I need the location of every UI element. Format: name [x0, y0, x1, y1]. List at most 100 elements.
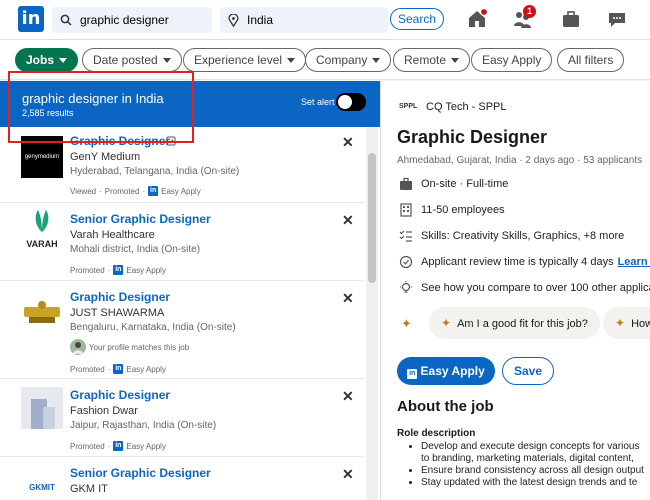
job-card[interactable]: GKMIT Senior Graphic Designer GKM IT ✕	[0, 457, 364, 500]
network-badge: 1	[523, 5, 536, 18]
promoted-label: Promoted	[104, 186, 140, 196]
dismiss-job-button[interactable]: ✕	[342, 212, 354, 229]
job-company: JUST SHAWARMA	[70, 307, 165, 319]
remote-filter-label: Remote	[404, 53, 447, 67]
job-meta: Promoted · in Easy Apply	[70, 441, 166, 451]
about-heading: About the job	[397, 398, 494, 415]
role-description-heading: Role description	[397, 428, 476, 439]
top-navigation-bar: in Search 1	[0, 0, 650, 40]
location-search-box[interactable]	[220, 7, 388, 33]
search-button[interactable]: Search	[390, 8, 444, 30]
keyword-search-input[interactable]	[80, 13, 200, 27]
job-meta: Viewed · Promoted · in Easy Apply	[70, 186, 201, 196]
linkedin-logo[interactable]: in	[18, 6, 44, 32]
remote-filter[interactable]: Remote	[393, 48, 471, 72]
company-logo: VARAH	[21, 208, 63, 250]
description-item: to branding, marketing materials, digita…	[421, 453, 634, 464]
leaf-logo-icon	[35, 210, 49, 232]
keyword-search-box[interactable]	[52, 7, 212, 33]
sparkle-icon: ✦	[441, 316, 452, 330]
job-company: Varah Healthcare	[70, 229, 155, 241]
easy-apply-button[interactable]: in Easy Apply	[397, 357, 495, 385]
dismiss-job-button[interactable]: ✕	[342, 466, 354, 483]
profile-match-insight: Your profile matches this job	[70, 339, 189, 355]
job-title-link[interactable]: Senior Graphic Designer	[70, 212, 211, 226]
job-title-link[interactable]: Graphic Designer	[70, 388, 170, 402]
dismiss-job-button[interactable]: ✕	[342, 290, 354, 307]
location-pin-icon	[228, 13, 239, 27]
chevron-down-icon	[162, 58, 171, 63]
linkedin-mini-icon: in	[113, 441, 124, 451]
detail-job-title[interactable]: Graphic Designer	[397, 127, 547, 148]
job-location: Mohali district, India (On-site)	[70, 244, 201, 255]
company-logo-text: VARAH	[26, 239, 58, 249]
easy-apply-label: Easy Apply	[126, 265, 166, 275]
save-button[interactable]: Save	[502, 357, 554, 385]
job-location: Hyderabad, Telangana, India (On-site)	[70, 166, 240, 177]
skills-row[interactable]: Skills: Creativity Skills, Graphics, +8 …	[399, 229, 624, 243]
job-card[interactable]: VARAH Senior Graphic Designer Varah Heal…	[0, 203, 364, 281]
job-title-link[interactable]: Senior Graphic Designer	[70, 466, 211, 480]
job-meta: Promoted · in Easy Apply	[70, 265, 166, 275]
review-time-row: Applicant review time is typically 4 day…	[399, 255, 650, 269]
sparkle-icon: ✦	[401, 316, 412, 331]
linkedin-mini-icon: in	[148, 186, 159, 196]
jobs-filter-button[interactable]: Jobs	[15, 48, 79, 72]
company-logo	[24, 301, 60, 323]
easy-apply-label: Easy Apply	[126, 364, 166, 374]
description-list: Develop and execute design concepts for …	[421, 441, 650, 489]
description-item: Develop and execute design concepts for …	[421, 441, 650, 453]
location-search-input[interactable]	[247, 13, 367, 27]
chevron-down-icon	[372, 58, 381, 63]
dismiss-job-button[interactable]: ✕	[342, 134, 354, 151]
linkedin-mini-icon: in	[113, 364, 124, 374]
company-filter-label: Company	[316, 53, 368, 67]
set-alert-label: Set alert	[301, 97, 335, 107]
dismiss-job-button[interactable]: ✕	[342, 388, 354, 405]
home-icon[interactable]	[466, 8, 488, 30]
job-location: Bengaluru, Karnataka, India (On-site)	[70, 322, 236, 333]
easy-apply-button-label: Easy Apply	[420, 364, 485, 378]
date-posted-label: Date posted	[93, 53, 158, 67]
employees-row: 11-50 employees	[399, 203, 505, 217]
all-filters-button[interactable]: All filters	[557, 48, 625, 72]
briefcase-icon[interactable]	[560, 8, 582, 30]
company-logo	[21, 387, 63, 429]
chevron-down-icon	[59, 58, 68, 63]
compare-text: See how you compare to over 100 other ap…	[421, 282, 650, 294]
description-item: Ensure brand consistency across all desi…	[421, 465, 650, 477]
promoted-label: Promoted	[70, 265, 105, 275]
company-filter[interactable]: Company	[305, 48, 392, 72]
job-card[interactable]: Graphic Designer Fashion Dwar Jaipur, Ra…	[0, 379, 364, 457]
detail-company-link[interactable]: CQ Tech - SPPL	[426, 101, 507, 113]
job-list-panel: graphic designer in India 2,585 results …	[0, 81, 380, 500]
detail-subtitle: Ahmedabad, Gujarat, India · 2 days ago ·…	[397, 155, 643, 166]
job-title-link[interactable]: Graphic Designer	[70, 290, 170, 304]
messaging-icon[interactable]	[606, 8, 628, 30]
how-chip[interactable]: ✦ How	[603, 307, 650, 339]
review-time-text: Applicant review time is typically 4 day…	[421, 256, 614, 268]
viewed-label: Viewed	[70, 186, 97, 196]
easy-apply-filter[interactable]: Easy Apply	[471, 48, 553, 72]
chevron-down-icon	[287, 58, 296, 63]
job-card[interactable]: Graphic Designer JUST SHAWARMA Bengaluru…	[0, 281, 364, 379]
set-alert-toggle[interactable]	[336, 93, 366, 111]
date-posted-filter[interactable]: Date posted	[82, 48, 182, 72]
scrollbar-thumb[interactable]	[368, 153, 376, 283]
learn-more-link[interactable]: Learn more	[618, 256, 650, 268]
sparkle-icon: ✦	[615, 316, 626, 330]
compare-row[interactable]: See how you compare to over 100 other ap…	[399, 281, 650, 295]
search-icon	[60, 14, 72, 26]
good-fit-chip[interactable]: ✦ Am I a good fit for this job?	[429, 307, 600, 339]
clock-check-icon	[399, 255, 413, 269]
experience-level-label: Experience level	[194, 53, 283, 67]
my-network-nav[interactable]: 1	[512, 5, 536, 30]
promoted-label: Promoted	[70, 441, 105, 451]
building-icon	[400, 203, 412, 217]
employees-text: 11-50 employees	[421, 204, 505, 216]
easy-apply-label: Easy Apply	[161, 186, 201, 196]
linkedin-mini-icon: in	[113, 265, 124, 275]
workplace-text: On-site · Full-time	[421, 178, 509, 190]
job-meta: Promoted · in Easy Apply	[70, 364, 166, 374]
experience-level-filter[interactable]: Experience level	[183, 48, 307, 72]
